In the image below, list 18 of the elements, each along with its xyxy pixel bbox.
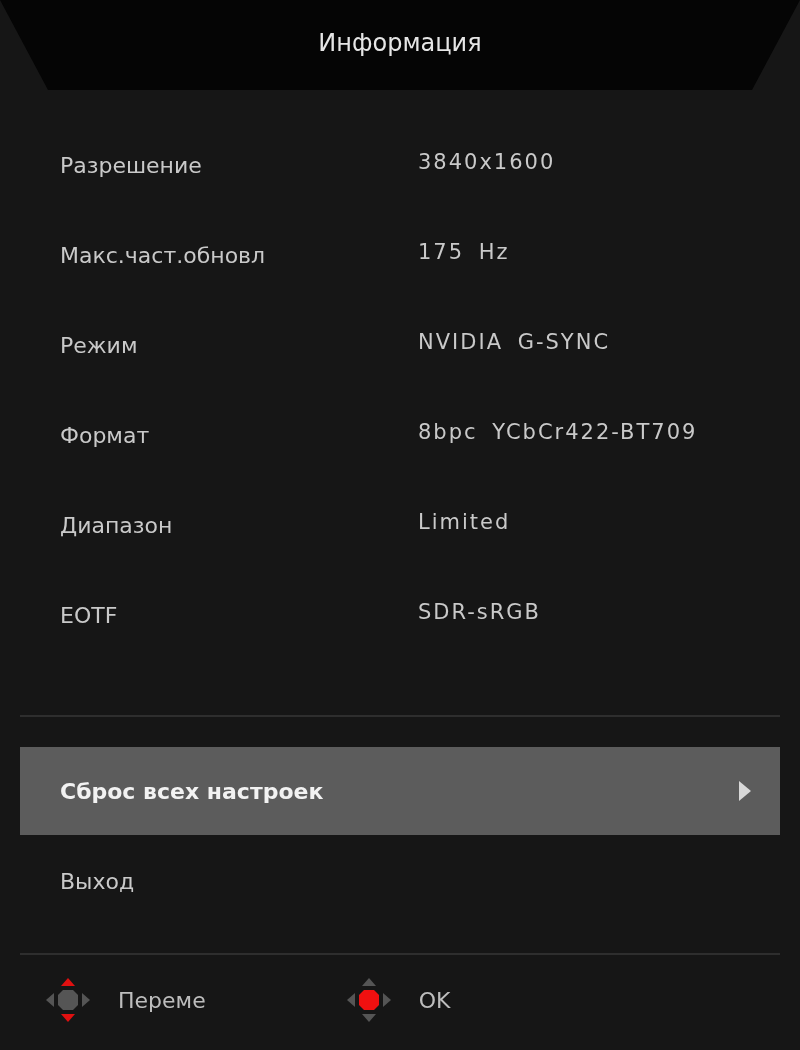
info-label: Формат (60, 422, 151, 448)
info-value: SDR-sRGB (418, 600, 542, 624)
info-value: 8bpc YCbCr422-BT709 (418, 420, 698, 444)
hint-label: Переме (118, 987, 206, 1013)
info-value: NVIDIA G-SYNC (418, 330, 611, 354)
menu-title: Информация (318, 29, 482, 59)
menu-item[interactable]: Выход (20, 837, 780, 925)
hint-label: OK (418, 987, 451, 1013)
info-label: Макс.част.обновл (60, 242, 267, 268)
info-value: 175 Hz (418, 240, 510, 264)
info-label: Разрешение (60, 152, 203, 178)
menu-item[interactable]: Сброс всех настроек (20, 747, 780, 835)
arrow-icon (738, 780, 752, 802)
info-value: Limited (418, 510, 511, 534)
info-label: EOTF (60, 602, 119, 628)
info-label: Режим (60, 332, 139, 358)
info-label: Диапазон (60, 512, 174, 538)
info-value: 3840x1600 (418, 150, 556, 174)
